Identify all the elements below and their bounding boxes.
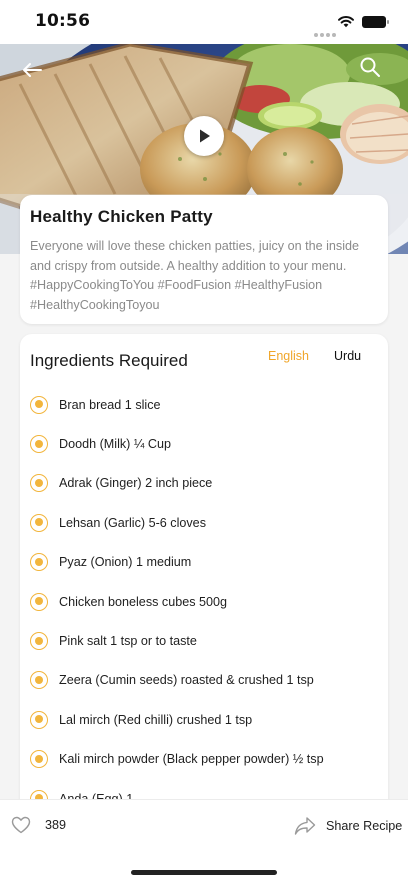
share-icon (294, 817, 316, 835)
bullet-icon (30, 750, 48, 769)
bullet-icon (30, 671, 48, 690)
back-arrow-icon (23, 63, 42, 77)
ingredients-heading: Ingredients Required (30, 351, 188, 370)
bullet-icon (30, 553, 48, 572)
battery-icon (362, 16, 389, 28)
recipe-detail-screen: 10:56 Healthy Chicken Patty Everyone wil… (0, 0, 408, 883)
ingredient-text: Lal mirch (Red chilli) crushed 1 tsp (59, 712, 253, 727)
ingredient-text: Kali mirch powder (Black pepper powder) … (59, 752, 324, 767)
tab-english[interactable]: English (268, 349, 309, 363)
like-count: 389 (45, 818, 67, 832)
list-item: Lehsan (Garlic) 5-6 cloves (30, 504, 380, 543)
ingredient-text: Doodh (Milk) ¼ Cup (59, 437, 171, 452)
recipe-description: Everyone will love these chicken patties… (30, 239, 360, 312)
play-icon (200, 129, 210, 143)
ingredients-card: Ingredients Required English Urdu Bran b… (20, 334, 388, 814)
tab-urdu[interactable]: Urdu (334, 349, 361, 363)
ingredient-text: Lehsan (Garlic) 5-6 cloves (59, 515, 206, 530)
list-item: Doodh (Milk) ¼ Cup (30, 425, 380, 464)
ingredients-header: Ingredients Required English Urdu (30, 334, 378, 386)
search-button[interactable] (356, 53, 384, 81)
bullet-icon (30, 710, 48, 729)
bullet-icon (30, 513, 48, 532)
share-label: Share Recipe (326, 819, 403, 833)
list-item: Bran bread 1 slice (30, 386, 380, 425)
list-item: Adrak (Ginger) 2 inch piece (30, 465, 380, 504)
list-item: Kali mirch powder (Black pepper powder) … (30, 741, 380, 780)
ingredient-text: Adrak (Ginger) 2 inch piece (59, 476, 213, 491)
like-button[interactable] (11, 816, 31, 834)
bullet-icon (30, 592, 48, 611)
status-bar: 10:56 (0, 0, 408, 44)
list-item: Pyaz (Onion) 1 medium (30, 544, 380, 583)
cellular-signal-icon (314, 22, 338, 41)
bottom-action-bar: 389 Share Recipe (0, 799, 408, 883)
home-indicator[interactable] (131, 870, 277, 875)
back-button[interactable] (18, 56, 46, 84)
bullet-icon (30, 632, 48, 651)
status-time: 10:56 (35, 11, 91, 31)
recipe-info-card: Healthy Chicken Patty Everyone will love… (20, 195, 388, 324)
heart-icon (11, 816, 31, 834)
ingredient-text: Bran bread 1 slice (59, 397, 161, 412)
list-item: Pink salt 1 tsp or to taste (30, 622, 380, 661)
list-item: Lal mirch (Red chilli) crushed 1 tsp (30, 701, 380, 740)
bullet-icon (30, 474, 48, 493)
ingredient-text: Pink salt 1 tsp or to taste (59, 634, 197, 649)
ingredient-text: Pyaz (Onion) 1 medium (59, 555, 192, 570)
search-icon (360, 57, 380, 77)
recipe-title: Healthy Chicken Patty (30, 207, 213, 226)
wifi-icon (338, 15, 354, 28)
ingredients-list: Bran bread 1 slice Doodh (Milk) ¼ Cup Ad… (30, 386, 380, 814)
list-item: Zeera (Cumin seeds) roasted & crushed 1 … (30, 662, 380, 701)
bullet-icon (30, 435, 48, 454)
bullet-icon (30, 395, 48, 414)
list-item: Chicken boneless cubes 500g (30, 583, 380, 622)
ingredient-text: Chicken boneless cubes 500g (59, 594, 228, 609)
ingredient-text: Zeera (Cumin seeds) roasted & crushed 1 … (59, 673, 314, 688)
play-video-button[interactable] (184, 116, 224, 156)
share-recipe-button[interactable]: Share Recipe (294, 815, 402, 837)
